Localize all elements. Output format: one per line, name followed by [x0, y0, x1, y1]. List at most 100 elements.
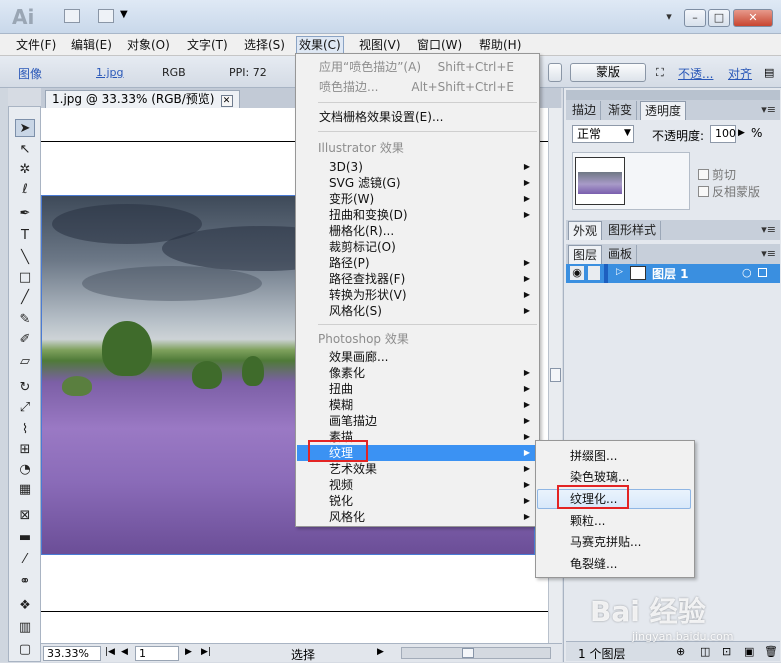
- rotate-icon[interactable]: ↻: [15, 379, 35, 397]
- blob-brush-icon[interactable]: ✐: [15, 331, 35, 349]
- submenu-craquelure[interactable]: 龟裂缝...: [537, 556, 693, 572]
- warp-icon[interactable]: ⌇: [15, 421, 35, 439]
- filename-link[interactable]: 1.jpg: [96, 66, 124, 79]
- tab-transparency[interactable]: 透明度: [640, 101, 687, 120]
- locate-object-icon[interactable]: ⊕: [676, 645, 685, 658]
- free-transform-icon[interactable]: ⊞: [15, 441, 35, 459]
- type-tool-icon[interactable]: T: [15, 227, 35, 245]
- tab-appearance[interactable]: 外观: [568, 221, 603, 240]
- menu-view[interactable]: 视图(V): [357, 36, 403, 54]
- artboard-number-field[interactable]: 1: [135, 646, 179, 661]
- menu-window[interactable]: 窗口(W): [415, 36, 464, 54]
- tab-gradient[interactable]: 渐变: [604, 101, 638, 120]
- menu-select[interactable]: 选择(S): [242, 36, 287, 54]
- scrollbar-thumb[interactable]: [550, 368, 561, 382]
- menu-effect[interactable]: 效果(C): [296, 36, 344, 54]
- tab-artboards[interactable]: 画板: [604, 245, 638, 264]
- layer-row[interactable]: ◉ ▷ 图层 1 ○: [566, 264, 780, 283]
- menu-rasterize[interactable]: 栅格化(R)...: [297, 223, 538, 239]
- first-artboard-icon[interactable]: |◀: [105, 647, 115, 657]
- submenu-patchwork[interactable]: 拼缀图...: [537, 448, 693, 464]
- minimize-button[interactable]: –: [684, 9, 706, 27]
- menu-video[interactable]: 视频 ▶: [297, 477, 538, 493]
- workspace-menu-icon[interactable]: ▾: [660, 9, 678, 27]
- menu-blur[interactable]: 模糊 ▶: [297, 397, 538, 413]
- menu-type[interactable]: 文字(T): [185, 36, 230, 54]
- clipping-mask-icon[interactable]: ◫: [700, 645, 710, 658]
- menu-artistic[interactable]: 艺术效果 ▶: [297, 461, 538, 477]
- symbol-sprayer-icon[interactable]: ❖: [15, 597, 35, 615]
- zoom-field[interactable]: 33.33%: [43, 646, 101, 661]
- layer-name[interactable]: 图层 1: [652, 265, 689, 282]
- tab-graphic-styles[interactable]: 图形样式: [604, 221, 662, 240]
- last-artboard-icon[interactable]: ▶|: [201, 647, 211, 657]
- close-button[interactable]: ✕: [733, 9, 773, 27]
- status-menu-icon[interactable]: ▶: [377, 647, 384, 657]
- menu-stylize-ai[interactable]: 风格化(S) ▶: [297, 303, 538, 319]
- opacity-input[interactable]: 100: [710, 125, 736, 143]
- tab-layers[interactable]: 图层: [568, 245, 603, 264]
- hscroll-thumb[interactable]: [462, 648, 474, 658]
- menu-object[interactable]: 对象(O): [125, 36, 172, 54]
- menu-effect-gallery[interactable]: 效果画廊...: [297, 349, 538, 365]
- pencil-icon[interactable]: ✎: [15, 311, 35, 329]
- chevron-down-icon[interactable]: ▼: [624, 128, 631, 138]
- blend-icon[interactable]: ⚭: [15, 573, 35, 591]
- opacity-slider-arrow-icon[interactable]: ▶: [738, 128, 745, 138]
- column-graph-icon[interactable]: ▥: [15, 619, 35, 637]
- control-menu-icon[interactable]: ▤: [764, 66, 774, 79]
- align-link[interactable]: 对齐: [728, 65, 752, 82]
- perspective-grid-icon[interactable]: ▦: [15, 481, 35, 499]
- menu-pathfinder[interactable]: 路径查找器(F) ▶: [297, 271, 538, 287]
- menu-convert-to-shape[interactable]: 转换为形状(V) ▶: [297, 287, 538, 303]
- menu-distort-transform[interactable]: 扭曲和变换(D) ▶: [297, 207, 538, 223]
- lock-toggle[interactable]: [588, 266, 600, 280]
- scale-icon[interactable]: ⤢: [15, 399, 35, 417]
- prev-artboard-icon[interactable]: ◀: [121, 647, 128, 657]
- panel-dock-header[interactable]: [566, 90, 780, 100]
- panel-menu-icon[interactable]: ▾≡: [761, 103, 776, 116]
- submenu-stained-glass[interactable]: 染色玻璃...: [537, 469, 693, 485]
- eye-icon[interactable]: ◉: [570, 266, 584, 280]
- mesh-icon[interactable]: ⊠: [15, 507, 35, 525]
- document-tab[interactable]: 1.jpg @ 33.33% (RGB/预览) ✕: [45, 90, 240, 108]
- menu-svg-filters[interactable]: SVG 滤镜(G) ▶: [297, 175, 538, 191]
- expand-arrow-icon[interactable]: ▷: [616, 267, 623, 277]
- shape-builder-icon[interactable]: ◔: [15, 461, 35, 479]
- next-artboard-icon[interactable]: ▶: [185, 647, 192, 657]
- direct-selection-icon[interactable]: ↖: [15, 141, 35, 159]
- mask-button[interactable]: 蒙版: [570, 63, 646, 82]
- pen-icon[interactable]: ✒: [15, 205, 35, 223]
- menu-warp[interactable]: 变形(W) ▶: [297, 191, 538, 207]
- artboard-tool-icon[interactable]: ▢: [15, 641, 35, 659]
- close-icon[interactable]: ✕: [220, 95, 233, 107]
- menu-help[interactable]: 帮助(H): [477, 36, 523, 54]
- menu-file[interactable]: 文件(F): [14, 36, 58, 54]
- maximize-button[interactable]: □: [708, 9, 730, 27]
- lasso-icon[interactable]: ℓ: [15, 181, 35, 199]
- tab-stroke[interactable]: 描边: [568, 101, 602, 120]
- menu-stylize-ps[interactable]: 风格化 ▶: [297, 509, 538, 525]
- gradient-icon[interactable]: ▬: [15, 529, 35, 547]
- eraser-icon[interactable]: ▱: [15, 353, 35, 371]
- menu-raster-settings[interactable]: 文档栅格效果设置(E)...: [297, 109, 538, 125]
- selection-tool-icon[interactable]: ➤: [15, 119, 35, 137]
- line-tool-icon[interactable]: ╲: [15, 249, 35, 267]
- magic-wand-icon[interactable]: ✲: [15, 161, 35, 179]
- bridge-icon[interactable]: [64, 9, 80, 23]
- trash-icon[interactable]: 🗑: [764, 645, 778, 658]
- image-thumbnail[interactable]: [575, 157, 625, 205]
- menu-3d[interactable]: 3D(3) ▶: [297, 159, 538, 175]
- menu-edit[interactable]: 编辑(E): [69, 36, 114, 54]
- panel-menu-icon[interactable]: ▾≡: [761, 247, 776, 260]
- target-icon[interactable]: ○: [742, 266, 752, 279]
- new-sublayer-icon[interactable]: ⊡: [722, 645, 731, 658]
- chevron-down-icon[interactable]: ▼: [120, 9, 128, 20]
- clip-checkbox[interactable]: 剪切: [698, 166, 736, 183]
- submenu-grain[interactable]: 颗粒...: [537, 513, 693, 529]
- arrange-documents-icon[interactable]: [98, 9, 114, 23]
- submenu-mosaic-tiles[interactable]: 马赛克拼贴...: [537, 534, 693, 550]
- selection-indicator[interactable]: [758, 268, 767, 277]
- new-layer-icon[interactable]: ▣: [744, 645, 754, 658]
- control-dropdown-arrow[interactable]: [548, 63, 562, 82]
